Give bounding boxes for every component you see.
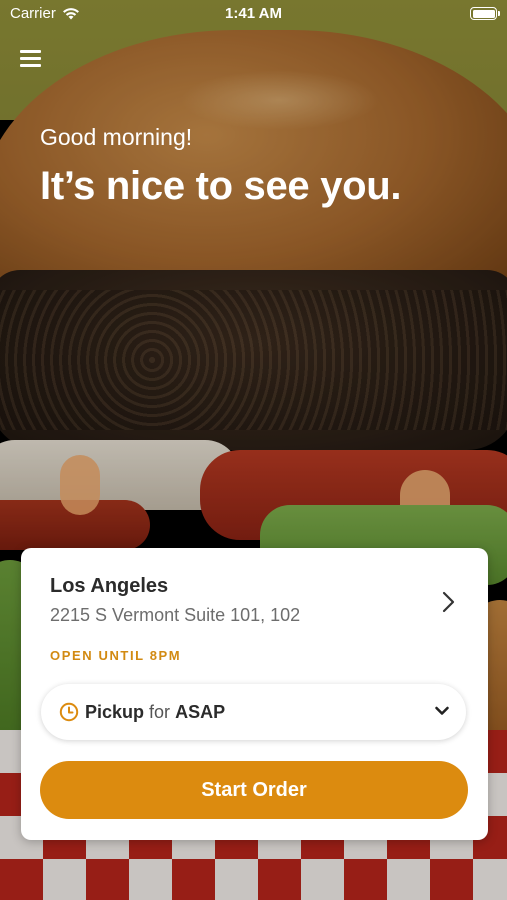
order-card: Los Angeles 2215 S Vermont Suite 101, 10… bbox=[21, 548, 488, 840]
clock-icon bbox=[59, 702, 79, 722]
pickup-summary: Pickup for ASAP bbox=[85, 702, 225, 723]
start-order-button[interactable]: Start Order bbox=[40, 761, 468, 819]
status-time: 1:41 AM bbox=[225, 5, 282, 22]
status-bar: Carrier 1:41 AM bbox=[0, 0, 507, 28]
pickup-time-select[interactable]: Pickup for ASAP bbox=[41, 684, 466, 740]
menu-icon[interactable] bbox=[20, 48, 42, 68]
chevron-right-icon bbox=[442, 591, 455, 613]
store-hours: OPEN UNTIL 8PM bbox=[50, 648, 182, 663]
pickup-connector: for bbox=[149, 701, 171, 722]
battery-icon bbox=[470, 7, 500, 20]
store-selector[interactable]: Los Angeles 2215 S Vermont Suite 101, 10… bbox=[50, 575, 468, 635]
headline-text: It’s nice to see you. bbox=[40, 164, 402, 208]
store-name: Los Angeles bbox=[50, 575, 169, 597]
greeting-text: Good morning! bbox=[40, 124, 193, 150]
pickup-mode: Pickup bbox=[85, 701, 145, 722]
pickup-time: ASAP bbox=[175, 701, 226, 722]
store-address: 2215 S Vermont Suite 101, 102 bbox=[50, 605, 301, 625]
chevron-down-icon bbox=[435, 706, 449, 715]
